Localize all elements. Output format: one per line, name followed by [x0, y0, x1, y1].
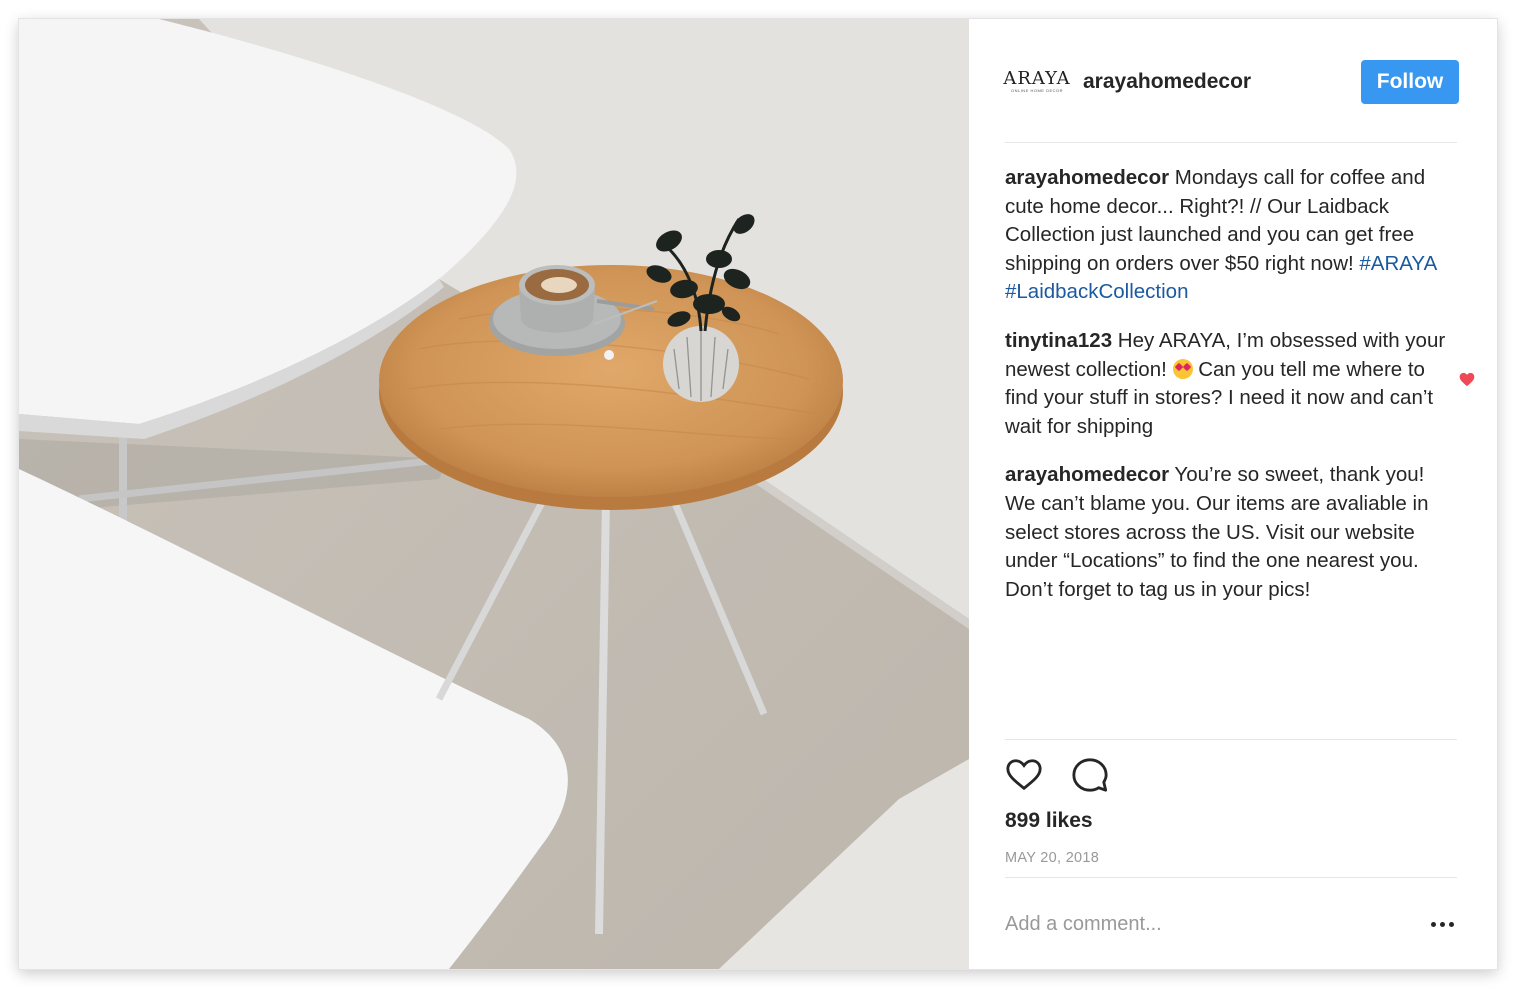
add-comment-input[interactable]: [1005, 912, 1431, 936]
comment-item: arayahomedecor You’re so sweet, thank yo…: [1005, 461, 1459, 604]
hashtag-link[interactable]: #LaidbackCollection: [1005, 280, 1188, 303]
brand-logo-subtext: ONLINE HOME DECOR: [1010, 88, 1064, 93]
photo-illustration: [19, 19, 969, 969]
post-details-panel: ARAYA ONLINE HOME DECOR arayahomedecor F…: [969, 19, 1497, 969]
caption-author[interactable]: arayahomedecor: [1005, 166, 1169, 189]
comment-box-divider: [1005, 877, 1457, 878]
like-comment-heart-icon[interactable]: [1459, 372, 1475, 387]
comments-list: arayahomedecor Mondays call for coffee a…: [1005, 164, 1459, 624]
comment-author[interactable]: arayahomedecor: [1005, 463, 1169, 486]
post-photo[interactable]: [19, 19, 969, 969]
dot: [1449, 921, 1454, 927]
header-username[interactable]: arayahomedecor: [1083, 70, 1361, 94]
post-actions: [1005, 756, 1109, 794]
dot: [1440, 921, 1445, 927]
comment-author[interactable]: tinytina123: [1005, 329, 1112, 352]
post-header: ARAYA ONLINE HOME DECOR arayahomedecor F…: [1003, 59, 1459, 105]
comment-item: tinytina123 Hey ARAYA, I’m obsessed with…: [1005, 327, 1459, 441]
actions-divider: [1005, 739, 1457, 740]
caption: arayahomedecor Mondays call for coffee a…: [1005, 164, 1459, 307]
more-options-icon[interactable]: [1431, 919, 1457, 929]
follow-button[interactable]: Follow: [1361, 60, 1459, 104]
hashtag-link[interactable]: #ARAYA: [1359, 252, 1436, 275]
add-comment-row: [1005, 909, 1457, 939]
instagram-post-card: ARAYA ONLINE HOME DECOR arayahomedecor F…: [19, 19, 1497, 969]
heart-icon[interactable]: [1005, 756, 1043, 794]
comment-icon[interactable]: [1071, 756, 1109, 794]
dot: [1431, 921, 1436, 927]
brand-avatar-logo[interactable]: ARAYA ONLINE HOME DECOR: [1003, 68, 1071, 94]
post-date: MAY 20, 2018: [1005, 850, 1100, 866]
heart-eyes-emoji-icon: [1172, 358, 1193, 379]
header-divider: [1005, 142, 1457, 143]
brand-logo-word: ARAYA: [1003, 68, 1071, 89]
likes-count[interactable]: 899 likes: [1005, 809, 1093, 833]
